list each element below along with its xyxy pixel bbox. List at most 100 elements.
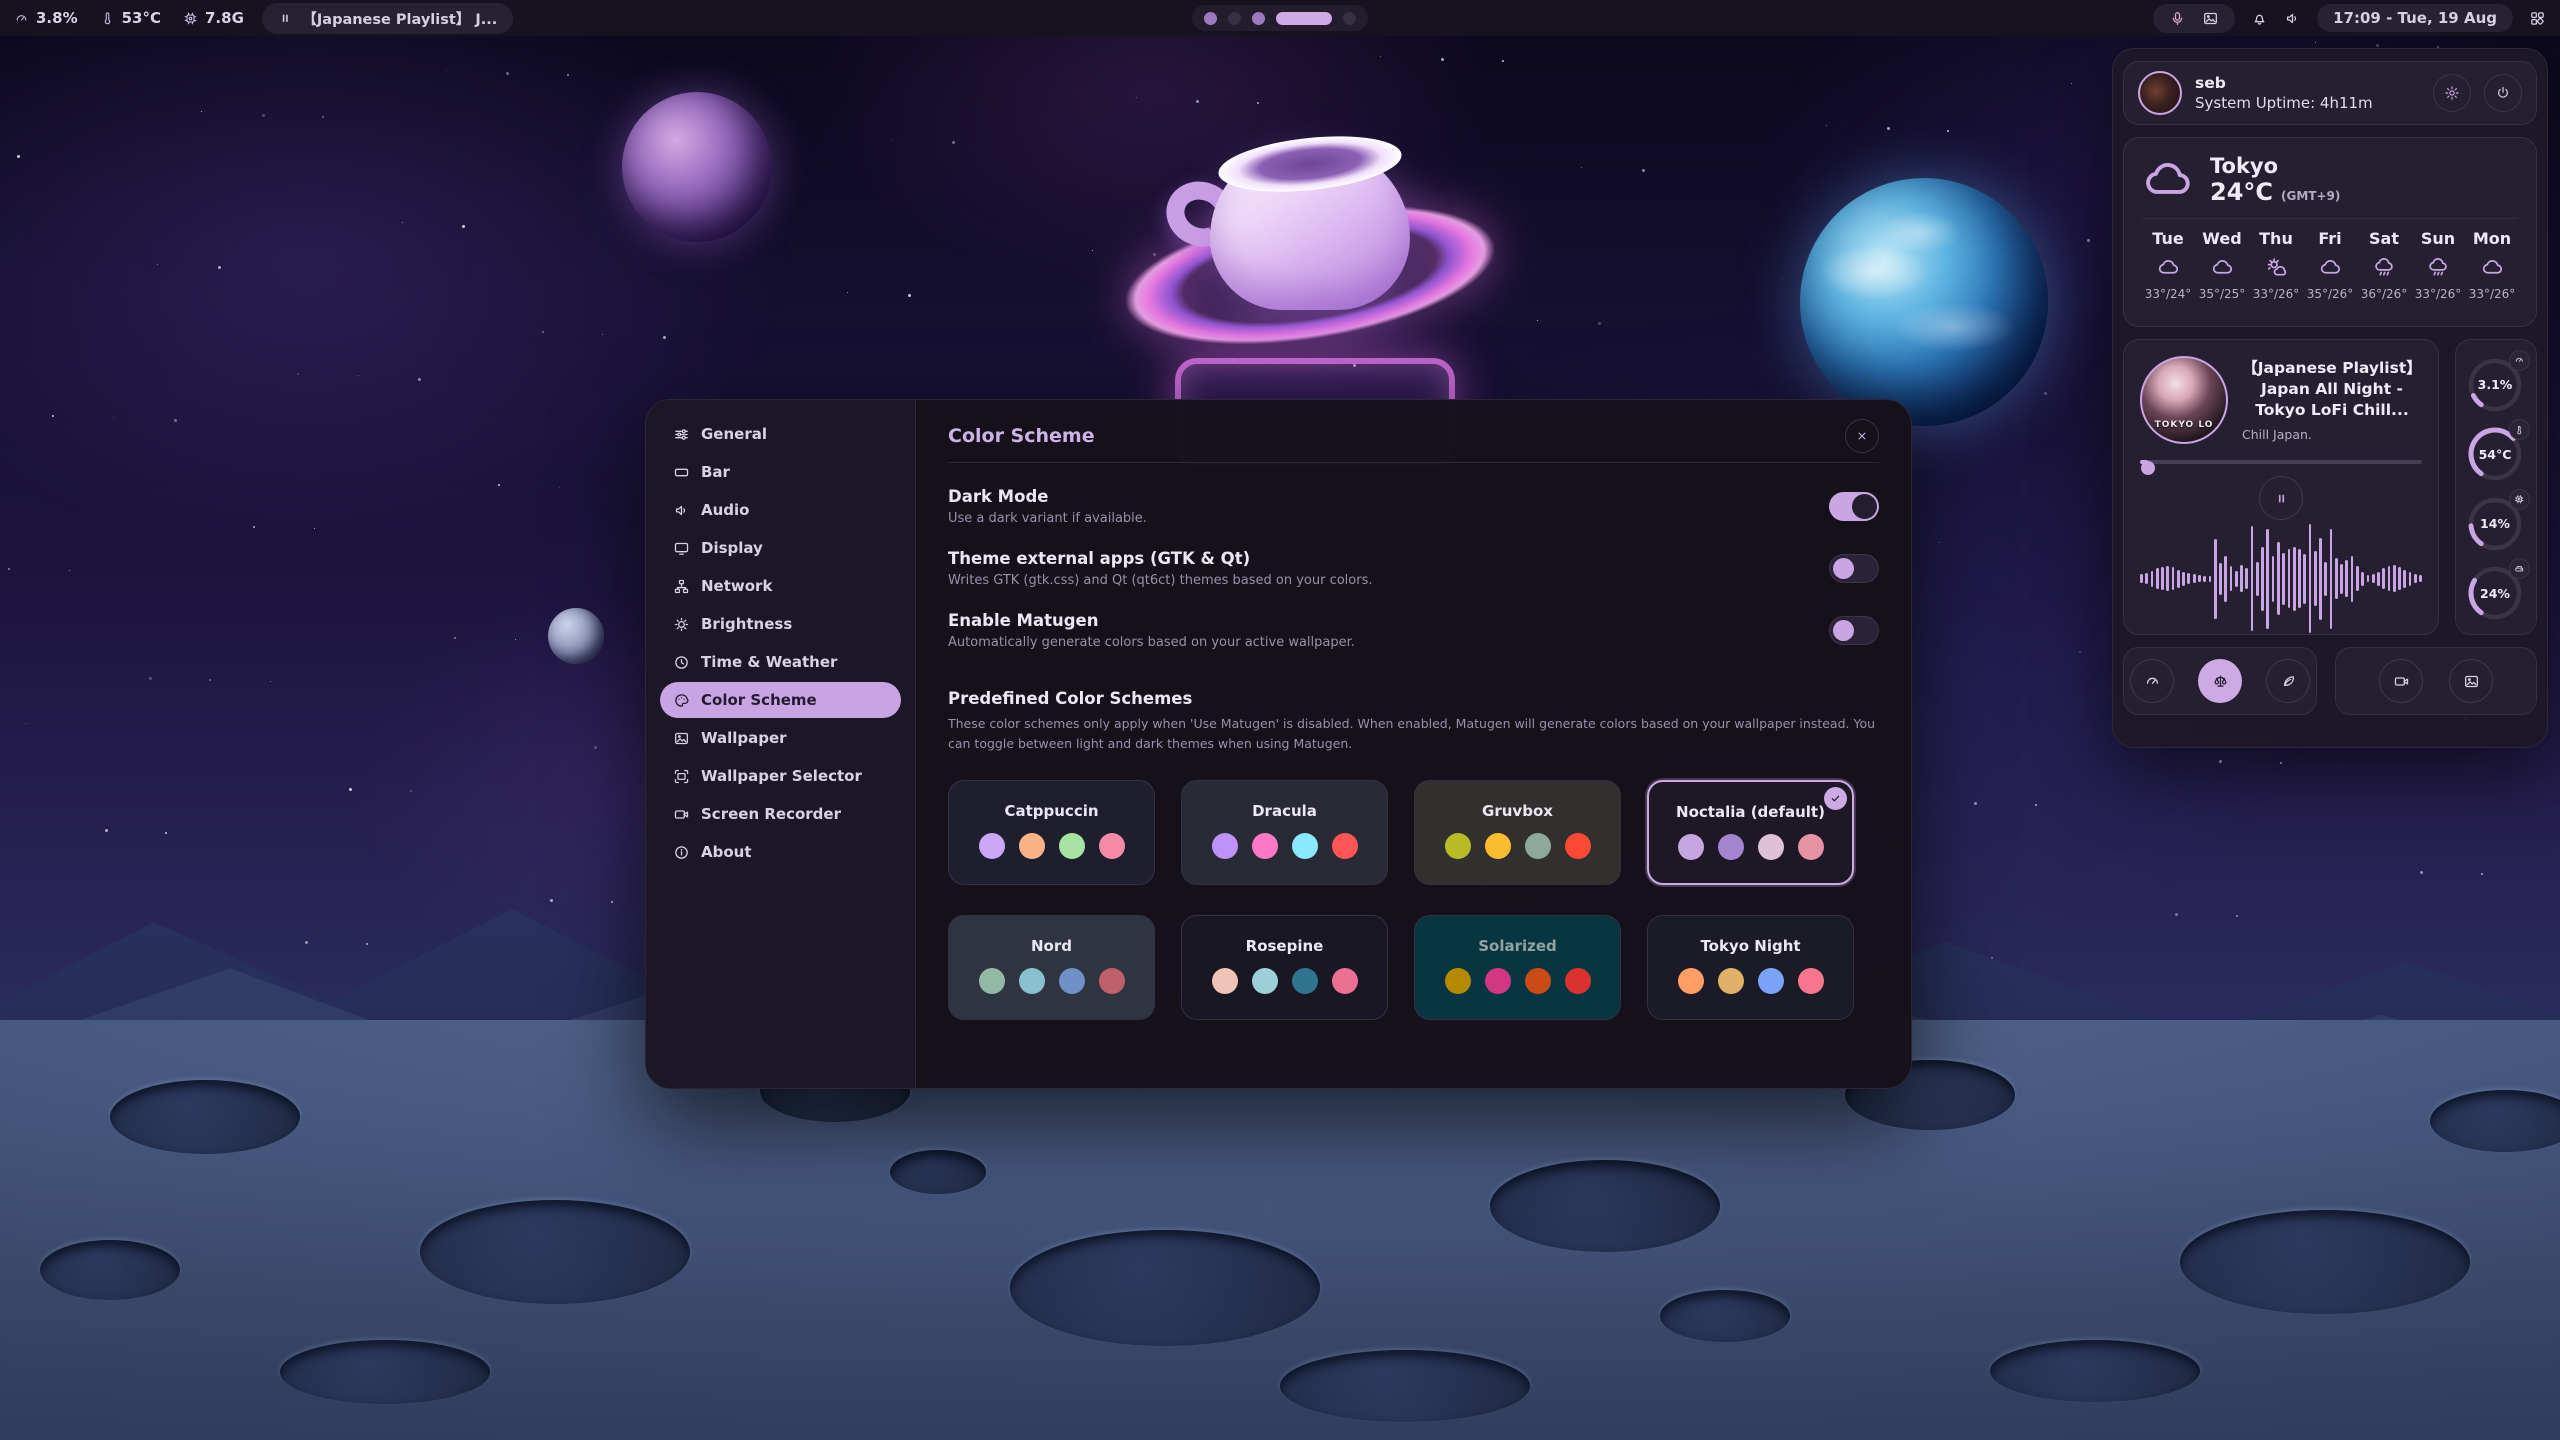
sidebar-item-color-scheme[interactable]: Color Scheme xyxy=(660,682,901,718)
waveform-bar xyxy=(2230,566,2233,591)
profile-button-balanced[interactable] xyxy=(2198,659,2242,703)
weather-forecast: Tue33°/24°Wed35°/25°Thu33°/26°Fri35°/26°… xyxy=(2142,229,2518,301)
forecast-temps: 33°/26° xyxy=(2253,287,2300,301)
forecast-temps: 33°/26° xyxy=(2469,287,2516,301)
microphone-tray-icon[interactable] xyxy=(2169,10,2186,27)
power-button[interactable] xyxy=(2484,74,2522,112)
album-art[interactable]: TOKYO LO xyxy=(2140,356,2228,444)
sidebar-item-wallpaper[interactable]: Wallpaper xyxy=(660,720,901,756)
wallpaper-button[interactable] xyxy=(2449,659,2493,703)
scheme-card-rosepine[interactable]: Rosepine xyxy=(1181,915,1388,1020)
workspace-dot-3-occupied[interactable] xyxy=(1252,12,1265,25)
topbar-media-pill[interactable]: 【Japanese Playlist】 J... xyxy=(262,3,513,34)
scheme-color-dot xyxy=(979,833,1005,859)
scheme-palette xyxy=(979,833,1125,859)
scheme-card-tokyo-night[interactable]: Tokyo Night xyxy=(1647,915,1854,1020)
screen-recorder-button[interactable] xyxy=(2379,659,2423,703)
temperature-module[interactable]: 53°C xyxy=(100,9,161,27)
gauge-chip[interactable]: 14% xyxy=(2466,491,2526,553)
close-button[interactable] xyxy=(1845,419,1879,453)
workspace-dot-4-focused[interactable] xyxy=(1276,12,1332,25)
sidebar-item-about[interactable]: About xyxy=(660,834,901,870)
settings-gear-button[interactable] xyxy=(2433,74,2471,112)
weather-city: Tokyo xyxy=(2210,154,2340,178)
cpu-usage-module[interactable]: 3.8% xyxy=(14,9,78,27)
scheme-card-solarized[interactable]: Solarized xyxy=(1414,915,1621,1020)
scheme-name: Catppuccin xyxy=(1004,802,1098,820)
media-progress-bar[interactable] xyxy=(2140,460,2422,464)
sidebar-item-bar[interactable]: Bar xyxy=(660,454,901,490)
gauge-disk[interactable]: 24% xyxy=(2466,560,2526,622)
sidebar-item-audio[interactable]: Audio xyxy=(660,492,901,528)
app-launcher-icon[interactable] xyxy=(2529,10,2546,27)
media-subtitle: Chill Japan. xyxy=(2242,427,2422,442)
workspace-indicator[interactable] xyxy=(1192,5,1368,31)
notifications-bell-icon[interactable] xyxy=(2251,10,2268,27)
setting-description: Writes GTK (gtk.css) and Qt (qt6ct) them… xyxy=(948,573,1373,588)
memory-module[interactable]: 7.8G xyxy=(183,9,244,27)
network-icon xyxy=(673,578,690,595)
scheme-card-nord[interactable]: Nord xyxy=(948,915,1155,1020)
wallpaper-tray-icon[interactable] xyxy=(2202,10,2219,27)
scheme-palette xyxy=(1445,968,1591,994)
monitor-icon xyxy=(673,540,690,557)
waveform-bar xyxy=(2356,566,2359,591)
media-row: TOKYO LO 【Japanese Playlist】 Japan All N… xyxy=(2123,339,2537,635)
workspace-dot-5-empty[interactable] xyxy=(1343,12,1356,25)
sidebar-item-brightness[interactable]: Brightness xyxy=(660,606,901,642)
setting-label: Dark Mode xyxy=(948,487,1147,506)
play-pause-button[interactable] xyxy=(2259,476,2303,520)
sidebar-item-network[interactable]: Network xyxy=(660,568,901,604)
scheme-color-dot xyxy=(1099,833,1125,859)
gear-icon xyxy=(2444,85,2460,101)
waveform-bar xyxy=(2214,539,2217,619)
waveform-bar xyxy=(2403,570,2406,588)
audio-waveform xyxy=(2140,524,2422,633)
profile-button-performance[interactable] xyxy=(2130,659,2174,703)
waveform-bar xyxy=(2314,551,2317,606)
image-icon xyxy=(673,730,690,747)
workspace-dot-1-occupied[interactable] xyxy=(1204,12,1217,25)
toggle-knob xyxy=(1833,620,1854,641)
sidebar-item-label: Screen Recorder xyxy=(701,805,841,823)
weather-current: Tokyo 24°C (GMT+9) xyxy=(2142,154,2518,206)
sidebar-item-general[interactable]: General xyxy=(660,416,901,452)
scheme-card-gruvbox[interactable]: Gruvbox xyxy=(1414,780,1621,885)
scheme-palette xyxy=(1445,833,1591,859)
volume-icon[interactable] xyxy=(2284,10,2301,27)
forecast-temps: 35°/25° xyxy=(2199,287,2246,301)
toggle-switch-off[interactable] xyxy=(1829,554,1879,583)
waveform-bar xyxy=(2140,574,2143,583)
sidebar-item-screen-recorder[interactable]: Screen Recorder xyxy=(660,796,901,832)
scheme-name: Rosepine xyxy=(1246,937,1324,955)
scheme-color-dot xyxy=(1565,833,1591,859)
profile-button-power-saver[interactable] xyxy=(2266,659,2310,703)
waveform-bar xyxy=(2272,556,2275,602)
forecast-day-label: Mon xyxy=(2473,229,2511,248)
scheme-color-dot xyxy=(1292,833,1318,859)
scheme-card-noctalia-default-[interactable]: Noctalia (default) xyxy=(1647,780,1854,885)
sidebar-item-label: Network xyxy=(701,577,772,595)
gauge-icon xyxy=(14,11,29,26)
waveform-bar xyxy=(2293,547,2296,611)
gauge-gauge[interactable]: 3.1% xyxy=(2466,352,2526,414)
scheme-color-dot xyxy=(1252,968,1278,994)
sidebar-item-time-weather[interactable]: Time & Weather xyxy=(660,644,901,680)
waveform-bar xyxy=(2382,568,2385,589)
scheme-card-catppuccin[interactable]: Catppuccin xyxy=(948,780,1155,885)
rain-icon xyxy=(2373,256,2396,279)
clock-pill[interactable]: 17:09 - Tue, 19 Aug xyxy=(2317,4,2513,32)
sidebar-item-wallpaper-selector[interactable]: Wallpaper Selector xyxy=(660,758,901,794)
toggle-switch-on[interactable] xyxy=(1829,492,1879,521)
toggle-switch-off[interactable] xyxy=(1829,616,1879,645)
waveform-bar xyxy=(2367,575,2370,582)
gauge-thermometer[interactable]: 54°C xyxy=(2466,421,2526,483)
sidebar-item-display[interactable]: Display xyxy=(660,530,901,566)
gauge-icon xyxy=(2509,350,2530,371)
workspace-dot-2-empty[interactable] xyxy=(1228,12,1241,25)
utilities-card xyxy=(2335,647,2537,715)
sidebar-item-label: Wallpaper xyxy=(701,729,787,747)
waveform-bar xyxy=(2151,571,2154,587)
media-progress-knob[interactable] xyxy=(2141,461,2155,475)
scheme-card-dracula[interactable]: Dracula xyxy=(1181,780,1388,885)
